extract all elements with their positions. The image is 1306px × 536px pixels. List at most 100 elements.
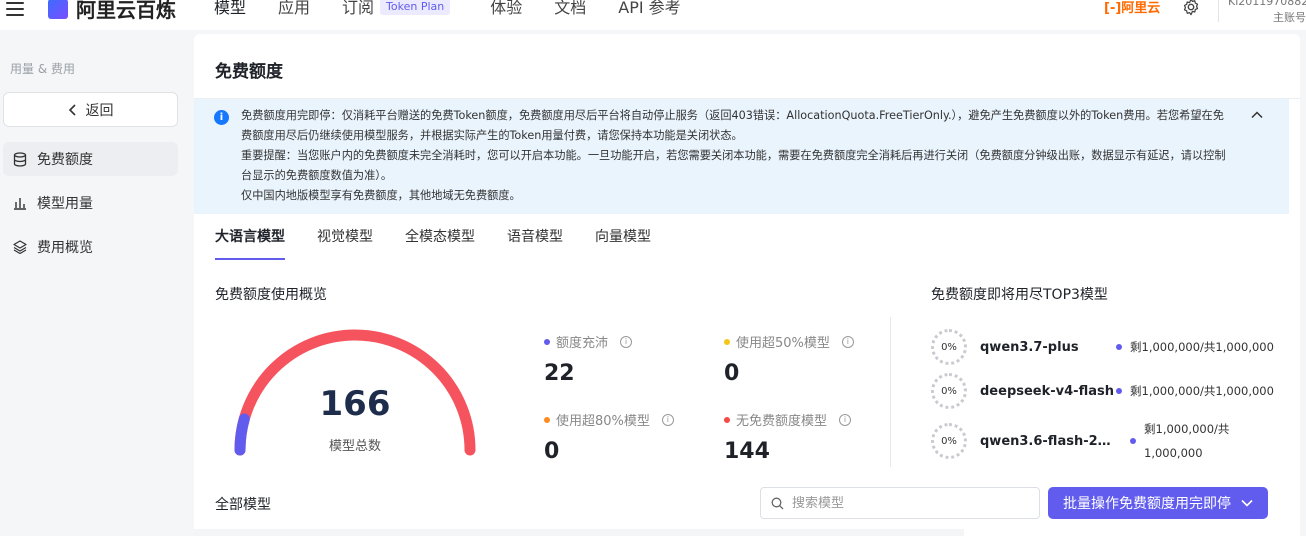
all-models-title: 全部模型 (215, 497, 271, 513)
over-80-dot (544, 416, 550, 423)
stat-over-50: 使用超50%模型 i 0 (724, 332, 854, 386)
brand-logo-icon (48, 0, 68, 19)
progress-ring: 0% (931, 329, 967, 365)
tab-vision[interactable]: 视觉模型 (317, 226, 373, 260)
sidebar-item-free-quota[interactable]: 免费额度 (3, 142, 178, 176)
back-button[interactable]: 返回 (3, 92, 178, 127)
model-name: deepseek-v4-flash (980, 383, 1114, 399)
remaining-line-2: 1,000,000 (1144, 446, 1203, 460)
account-role: 主账号 (1273, 11, 1306, 24)
main-panel: 免费额度 i 免费额度用完即停：仅消耗平台赠送的免费Token额度，免费额度用尽… (194, 34, 1300, 536)
nav-models[interactable]: 模型 (214, 0, 246, 18)
menu-icon[interactable] (6, 2, 24, 16)
back-label: 返回 (85, 102, 114, 119)
info-icon[interactable]: i (839, 413, 852, 426)
account-info[interactable]: Kl2011970882 主账号 (1228, 0, 1306, 26)
tab-embedding[interactable]: 向量模型 (595, 226, 651, 260)
notice-banner: i 免费额度用完即停：仅消耗平台赠送的免费Token额度，免费额度用尽后平台将自… (194, 99, 1289, 214)
remaining-dot (1130, 438, 1136, 444)
top3-item[interactable]: 0% deepseek-v4-flash 剩1,000,000/共1,000,0… (931, 373, 1274, 409)
section-divider (890, 317, 891, 467)
logo[interactable]: 阿里云百炼 (48, 0, 176, 23)
notice-line-2: 重要提醒：当您账户内的免费额度未完全消耗时，您可以开启本功能。一旦功能开启，若您… (241, 149, 1226, 182)
gear-icon[interactable] (1182, 0, 1200, 16)
brand-name: 阿里云百炼 (76, 0, 176, 22)
remaining-quota: 剩1,000,000/共1,000,000 (1116, 383, 1274, 399)
header-divider (1218, 0, 1219, 22)
account-id: Kl2011970882 (1228, 0, 1306, 8)
nav-apps[interactable]: 应用 (278, 0, 310, 18)
chevron-up-icon[interactable] (1250, 108, 1264, 122)
sidebar-item-label: 免费额度 (37, 152, 93, 168)
model-name: qwen3.7-plus (980, 339, 1079, 355)
layers-icon (13, 240, 27, 254)
sidebar-item-cost-overview[interactable]: 费用概览 (3, 230, 178, 264)
over-50-dot (724, 338, 730, 345)
stat-value: 0 (724, 361, 740, 386)
model-tabs: 大语言模型 视觉模型 全模态模型 语音模型 向量模型 (215, 226, 683, 260)
notice-line-3: 仅中国内地版模型享有免费额度，其他地域无免费额度。 (241, 189, 521, 202)
sidebar-section-label: 用量 & 费用 (10, 62, 75, 76)
stat-no-quota: 无免费额度模型 i 144 (724, 410, 852, 464)
chevron-left-icon (68, 103, 76, 116)
top3-title: 免费额度即将用尽TOP3模型 (931, 287, 1108, 303)
stat-label: 额度充沛 (556, 336, 609, 351)
top-bar: 阿里云百炼 模型 应用 订阅 Token Plan 体验 文档 API 参考 [… (0, 0, 1306, 30)
nav-subscription-label: 订阅 (342, 0, 375, 17)
info-icon[interactable]: i (841, 335, 854, 348)
main-nav: 模型 应用 订阅 Token Plan 体验 文档 API 参考 (214, 0, 713, 18)
progress-ring: 0% (931, 373, 967, 409)
batch-action-button[interactable]: 批量操作免费额度用完即停 (1048, 487, 1268, 519)
nav-api-reference[interactable]: API 参考 (618, 0, 680, 18)
remaining-text: 剩1,000,000/共 1,000,000 (1144, 417, 1229, 465)
remaining-quota: 剩1,000,000/共 1,000,000 (1130, 417, 1229, 465)
stat-label: 使用超50%模型 (736, 336, 830, 351)
ample-dot (544, 338, 550, 345)
remaining-quota: 剩1,000,000/共1,000,000 (1116, 339, 1274, 355)
aliyun-logo[interactable]: [-]阿里云 (1104, 0, 1160, 16)
top3-item[interactable]: 0% qwen3.7-plus 剩1,000,000/共1,000,000 (931, 329, 1274, 365)
batch-action-label: 批量操作免费额度用完即停 (1063, 496, 1231, 512)
gauge-total-label: 模型总数 (328, 439, 381, 454)
sidebar-item-label: 模型用量 (37, 196, 93, 212)
search-box[interactable] (760, 487, 1040, 519)
remaining-line-1: 剩1,000,000/共 (1144, 422, 1230, 436)
stat-value: 22 (544, 361, 575, 386)
info-icon: i (214, 110, 229, 125)
stat-value: 0 (544, 439, 560, 464)
stat-over-80: 使用超80%模型 i 0 (544, 410, 674, 464)
notice-line-1: 免费额度用完即停：仅消耗平台赠送的免费Token额度，免费额度用尽后平台将自动停… (241, 109, 1224, 142)
sidebar-item-model-usage[interactable]: 模型用量 (3, 186, 178, 220)
token-plan-tag: Token Plan (380, 0, 451, 15)
search-input[interactable] (792, 495, 1022, 511)
tab-llm[interactable]: 大语言模型 (215, 226, 285, 260)
database-icon (13, 151, 27, 167)
info-icon[interactable]: i (661, 413, 674, 426)
nav-subscription[interactable]: 订阅 Token Plan (342, 0, 451, 18)
top3-item[interactable]: 0% qwen3.6-flash-2026-... 剩1,000,000/共 1,… (931, 417, 1229, 465)
tab-omni[interactable]: 全模态模型 (405, 226, 475, 260)
stat-ample: 额度充沛 i 22 (544, 332, 633, 386)
sidebar-item-label: 费用概览 (37, 240, 93, 256)
model-name: qwen3.6-flash-2026-... (980, 433, 1116, 449)
remaining-dot (1116, 388, 1122, 394)
stat-label: 使用超80%模型 (556, 414, 650, 429)
tab-speech[interactable]: 语音模型 (507, 226, 563, 260)
overview-title: 免费额度使用概览 (215, 287, 327, 303)
gauge-total: 166 (319, 384, 391, 424)
notice-text: 免费额度用完即停：仅消耗平台赠送的免费Token额度，免费额度用尽后平台将自动停… (241, 106, 1231, 206)
stat-value: 144 (724, 439, 770, 464)
remaining-text: 剩1,000,000/共1,000,000 (1130, 384, 1274, 398)
nav-experience[interactable]: 体验 (490, 0, 522, 18)
bar-chart-icon (14, 198, 26, 210)
chevron-down-icon (1241, 499, 1253, 507)
page-title: 免费额度 (215, 62, 283, 82)
nav-docs[interactable]: 文档 (554, 0, 586, 18)
sidebar: 用量 & 费用 返回 免费额度 模型用量 费用概览 (0, 30, 190, 536)
remaining-dot (1116, 344, 1122, 350)
info-icon[interactable]: i (620, 335, 633, 348)
progress-ring: 0% (931, 423, 967, 459)
remaining-text: 剩1,000,000/共1,000,000 (1130, 340, 1274, 354)
table-header-strip (194, 529, 964, 536)
stat-label: 无免费额度模型 (736, 414, 828, 429)
